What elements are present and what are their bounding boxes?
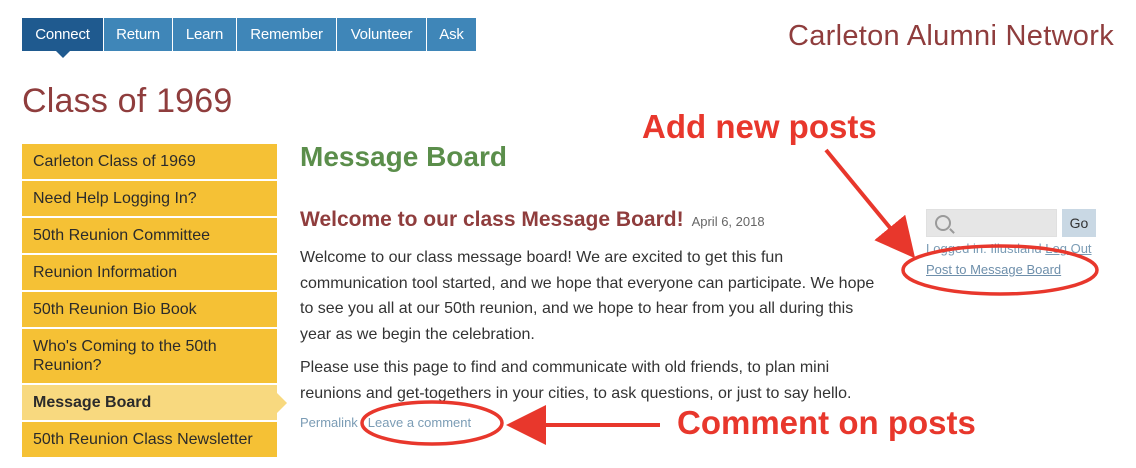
annotation-comment-posts: Comment on posts (677, 404, 976, 441)
post-links: Permalink Leave a comment (300, 415, 471, 430)
sidebar-item-reunion-committee[interactable]: 50th Reunion Committee (22, 218, 277, 255)
sidebar: Carleton Class of 1969 Need Help Logging… (22, 144, 287, 459)
logout-link[interactable]: Log Out (1045, 241, 1091, 256)
page-title: Class of 1969 (22, 82, 233, 120)
post-paragraph: Welcome to our class message board! We a… (300, 249, 875, 343)
site-title[interactable]: Carleton Alumni Network (788, 20, 1114, 53)
tab-ask[interactable]: Ask (427, 18, 477, 51)
post-paragraph: Please use this page to find and communi… (300, 359, 852, 402)
sidebar-item-class-of-1969[interactable]: Carleton Class of 1969 (22, 144, 277, 181)
sidebar-item-whos-coming[interactable]: Who's Coming to the 50th Reunion? (22, 329, 277, 385)
tab-remember[interactable]: Remember (237, 18, 337, 51)
tab-return[interactable]: Return (104, 18, 173, 51)
logged-in-text: Logged in: Illustland (926, 241, 1042, 256)
logged-in-status: Logged in: Illustland Log Out (926, 241, 1092, 256)
permalink-link[interactable]: Permalink (300, 415, 358, 430)
tab-connect[interactable]: Connect (22, 18, 104, 58)
sidebar-item-reunion-information[interactable]: Reunion Information (22, 255, 277, 292)
post-title-text[interactable]: Welcome to our class Message Board! (300, 208, 684, 231)
post-body: Welcome to our class message board! We a… (300, 245, 885, 414)
search-input[interactable] (926, 209, 1057, 237)
post-date: April 6, 2018 (691, 214, 765, 229)
arrow-add-posts (824, 148, 916, 259)
sidebar-item-help-logging-in[interactable]: Need Help Logging In? (22, 181, 277, 218)
leave-comment-link[interactable]: Leave a comment (368, 415, 471, 430)
go-button[interactable]: Go (1062, 209, 1096, 237)
tab-volunteer[interactable]: Volunteer (337, 18, 427, 51)
sidebar-item-class-newsletter[interactable]: 50th Reunion Class Newsletter (22, 422, 277, 459)
top-nav: Connect Return Learn Remember Volunteer … (22, 18, 477, 58)
main-heading: Message Board (300, 141, 507, 172)
sidebar-item-message-board[interactable]: Message Board (22, 385, 287, 422)
post-to-message-board-link[interactable]: Post to Message Board (926, 262, 1061, 277)
post-title[interactable]: Welcome to our class Message Board! April… (300, 208, 765, 232)
sidebar-item-bio-book[interactable]: 50th Reunion Bio Book (22, 292, 277, 329)
annotation-add-posts: Add new posts (642, 108, 877, 145)
search-icon (935, 215, 951, 231)
tab-learn[interactable]: Learn (173, 18, 237, 51)
